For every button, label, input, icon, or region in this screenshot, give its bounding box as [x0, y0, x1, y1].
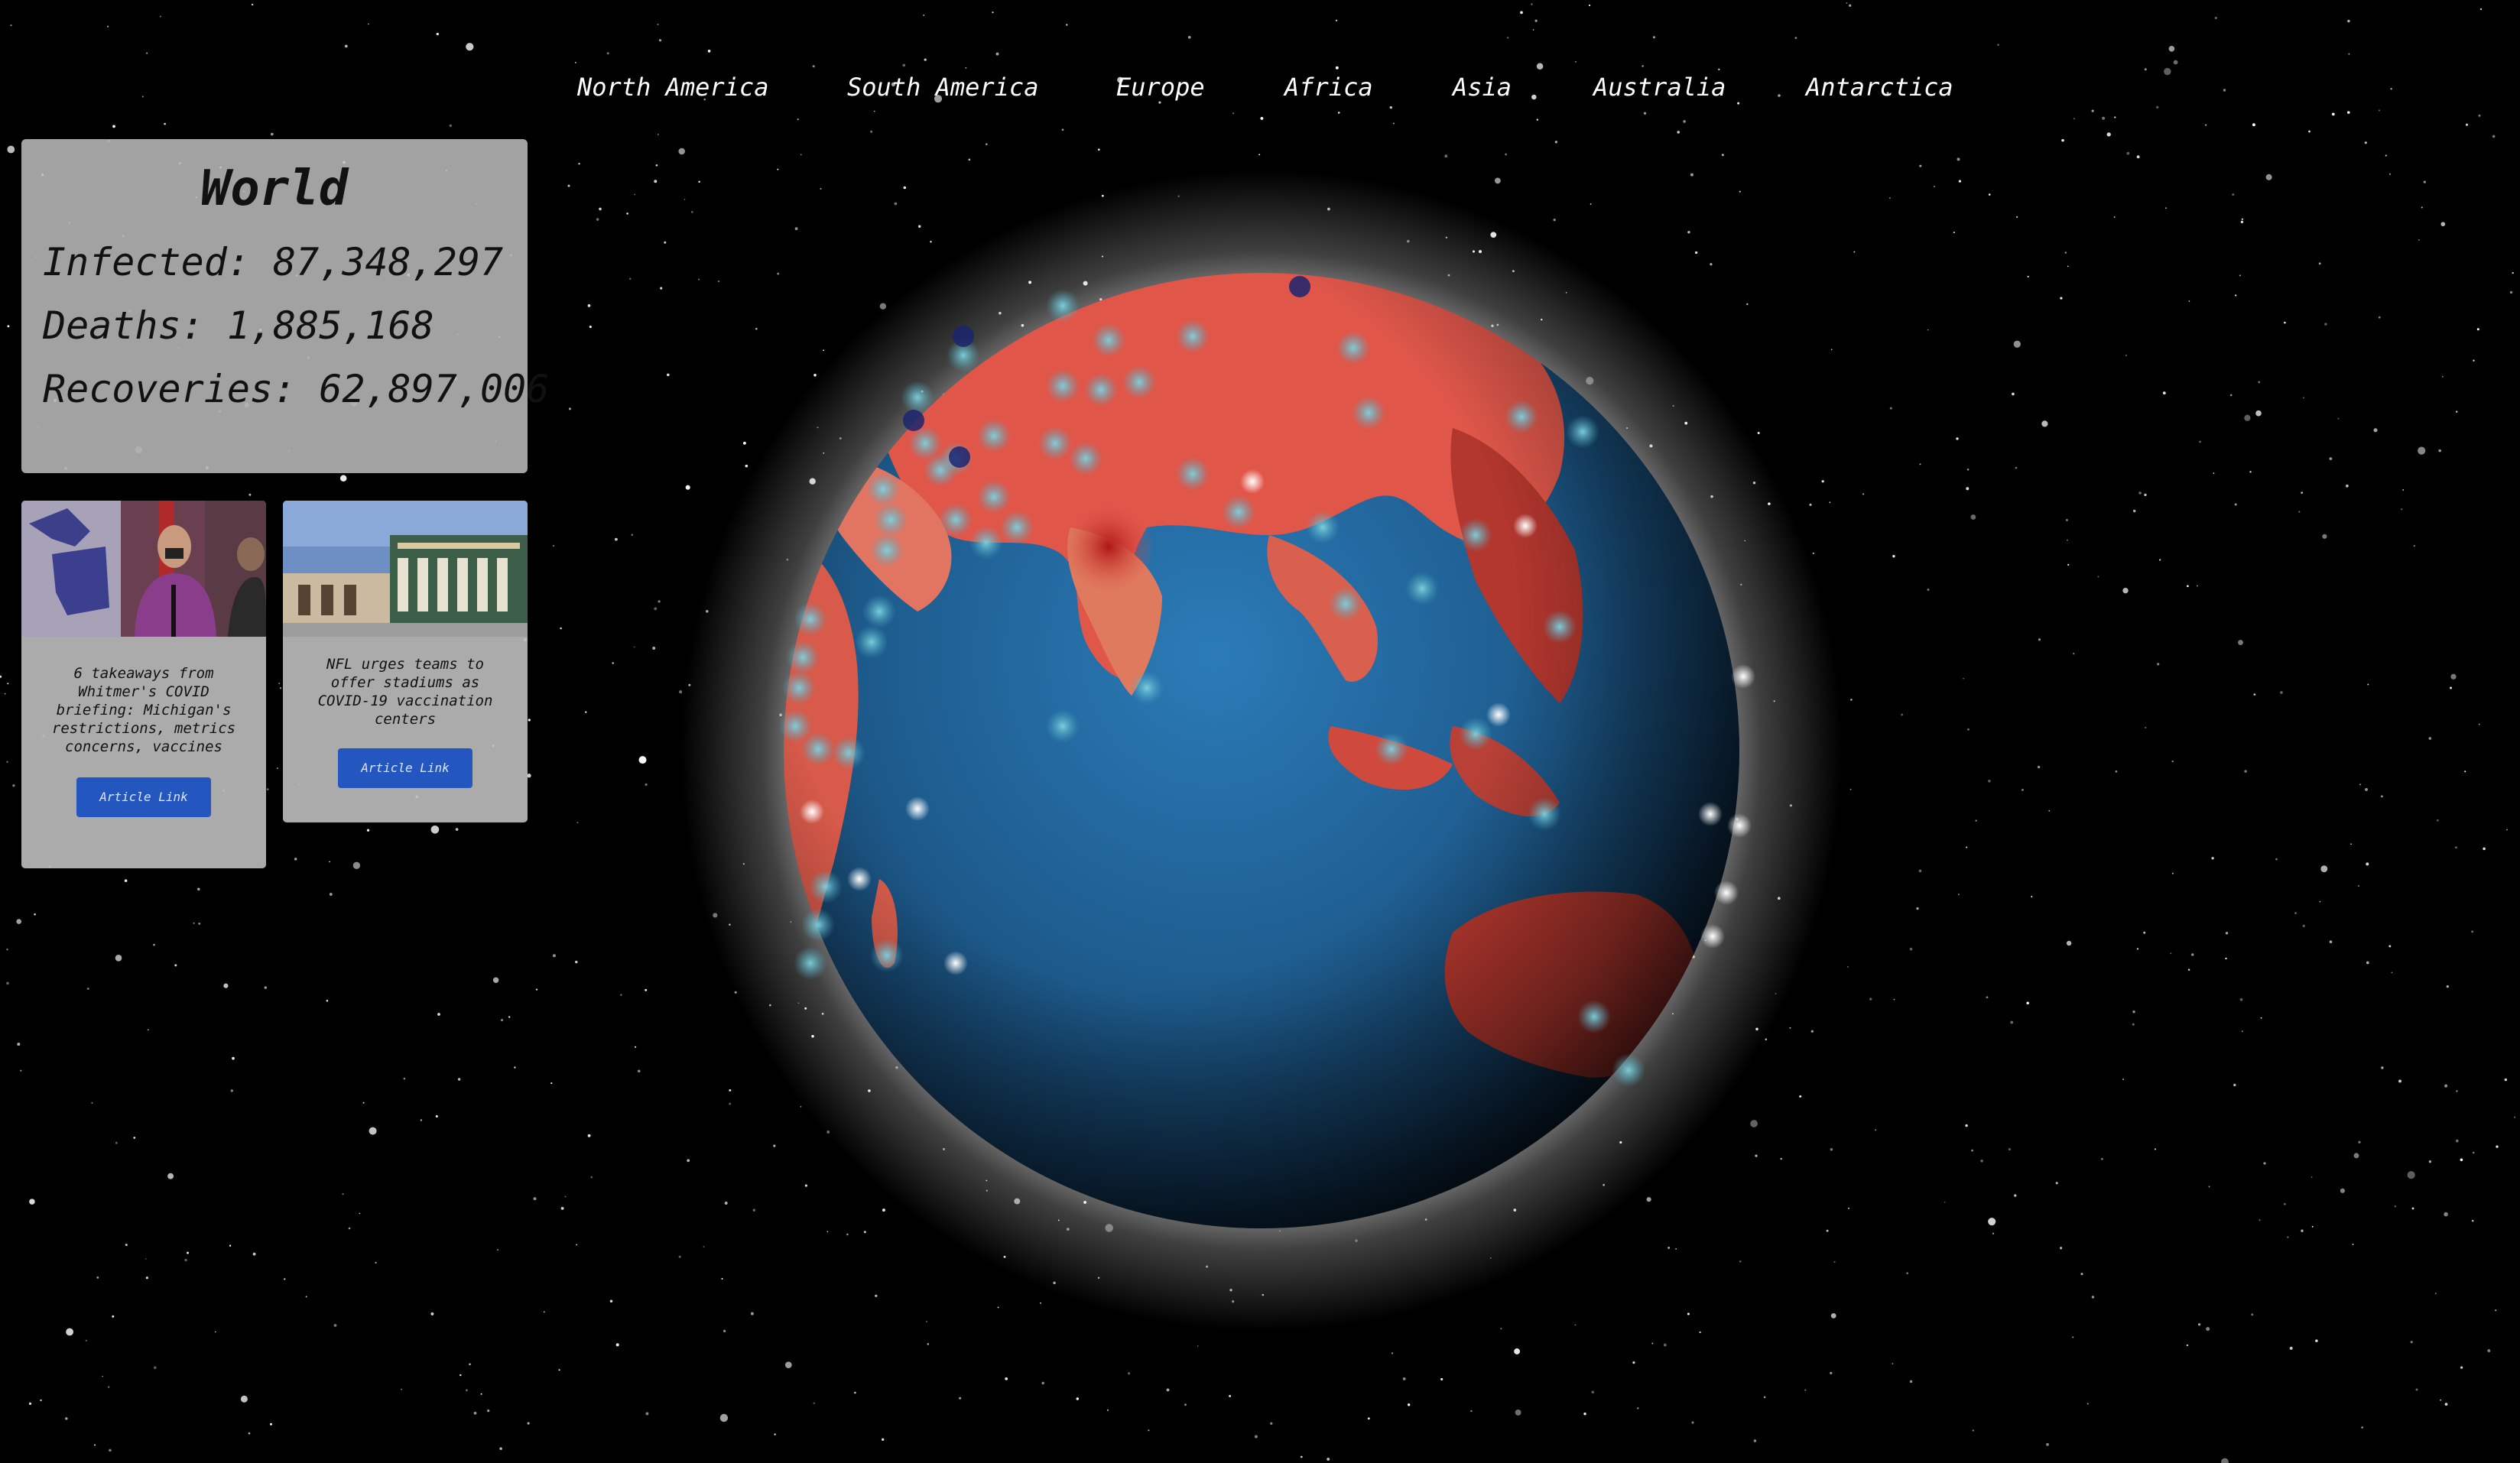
nav-item-australia[interactable]: Australia [1593, 73, 1726, 102]
article-link-button[interactable]: Article Link [338, 748, 472, 788]
nav-item-south-america[interactable]: South America [847, 73, 1038, 102]
article-headline: NFL urges teams to offer stadiums as COV… [317, 656, 493, 728]
article-card: 6 takeaways from Whitmer's COVID briefin… [21, 501, 266, 868]
deaths-count: Deaths: 1,885,168 [43, 303, 434, 348]
recoveries-count: Recoveries: 62,897,006 [43, 367, 550, 411]
article-headline: 6 takeaways from Whitmer's COVID briefin… [51, 665, 236, 755]
article-link-button[interactable]: Article Link [76, 777, 211, 817]
nav-item-antarctica[interactable]: Antarctica [1806, 73, 1953, 102]
nav-item-europe[interactable]: Europe [1116, 73, 1205, 102]
press-briefing-image [21, 501, 266, 637]
stadium-image [283, 501, 528, 637]
article-card: NFL urges teams to offer stadiums as COV… [283, 501, 528, 822]
nav-item-africa[interactable]: Africa [1284, 73, 1373, 102]
globe-shading [784, 273, 1739, 1228]
hotspot-marker-india[interactable] [1063, 501, 1154, 592]
infected-count: Infected: 87,348,297 [43, 240, 504, 284]
nav-item-asia[interactable]: Asia [1453, 73, 1512, 102]
stats-title: World [200, 161, 349, 217]
nav-item-north-america[interactable]: North America [577, 73, 768, 102]
world-stats-panel: World Infected: 87,348,297 Deaths: 1,885… [21, 139, 550, 473]
app-stage: North America South America Europe Afric… [0, 0, 2520, 1463]
continent-nav: North America South America Europe Afric… [0, 73, 2520, 111]
